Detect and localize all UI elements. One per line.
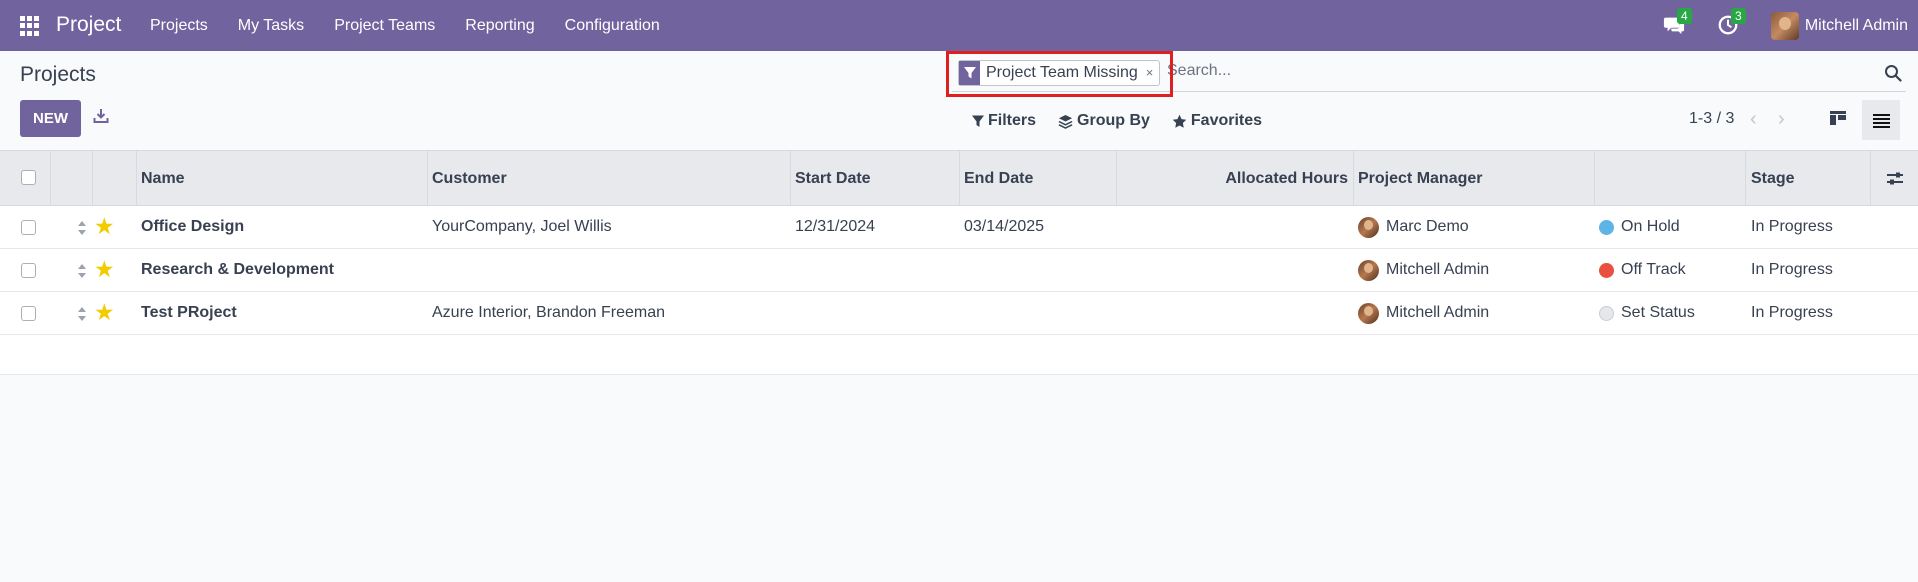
favorites-button[interactable]: Favorites xyxy=(1172,112,1262,130)
search-icon[interactable] xyxy=(1884,64,1902,82)
favorite-star-icon[interactable]: ★ xyxy=(94,300,115,324)
project-name: Office Design xyxy=(141,218,245,235)
messages-count-badge: 4 xyxy=(1676,7,1692,24)
project-name: Test PRoject xyxy=(141,304,237,321)
status-dot[interactable] xyxy=(1599,220,1614,235)
column-header-name[interactable]: Name xyxy=(141,151,185,206)
page-title[interactable]: Projects xyxy=(20,63,96,87)
manager-cell: Marc Demo xyxy=(1386,218,1469,235)
drag-handle-icon[interactable] xyxy=(77,306,87,322)
messages-button[interactable]: 4 xyxy=(1663,7,1692,38)
stage-cell: In Progress xyxy=(1751,261,1833,278)
pager-value[interactable]: 1-3 / 3 xyxy=(1689,110,1734,128)
group-by-label: Group By xyxy=(1077,112,1150,129)
menu-item-reporting[interactable]: Reporting xyxy=(465,17,534,35)
menu-item-projects[interactable]: Projects xyxy=(150,17,208,35)
end-date-cell: 03/14/2025 xyxy=(964,218,1045,235)
projects-list: Name Customer Start Date End Date Alloca… xyxy=(0,150,1918,375)
table-row[interactable]: ★ Research & Development Mitchell Admin … xyxy=(0,249,1918,292)
favorite-star-icon[interactable]: ★ xyxy=(94,214,115,238)
facet-label: Project Team Missing xyxy=(986,64,1138,81)
optional-columns-icon[interactable] xyxy=(1886,170,1904,188)
start-date-cell: 12/31/2024 xyxy=(795,218,876,235)
pager-next-icon[interactable]: › xyxy=(1778,108,1785,131)
user-name: Mitchell Admin xyxy=(1804,16,1908,34)
search-input[interactable] xyxy=(1167,62,1817,80)
activities-count-badge: 3 xyxy=(1730,7,1746,24)
filter-icon xyxy=(972,115,984,127)
status-dot[interactable] xyxy=(1599,306,1614,321)
column-header-stage[interactable]: Stage xyxy=(1751,151,1795,206)
manager-avatar xyxy=(1358,303,1379,324)
manager-avatar xyxy=(1358,260,1379,281)
table-row[interactable]: ★ Office Design YourCompany, Joel Willis… xyxy=(0,206,1918,249)
favorite-star-icon[interactable]: ★ xyxy=(94,257,115,281)
stage-cell: In Progress xyxy=(1751,218,1833,235)
search-options: Filters Group By Favorites xyxy=(972,112,1284,130)
menu-item-my-tasks[interactable]: My Tasks xyxy=(238,17,304,35)
kanban-view-icon[interactable] xyxy=(1829,109,1847,127)
customer-cell: Azure Interior, Brandon Freeman xyxy=(432,304,666,321)
app-brand[interactable]: Project xyxy=(56,13,121,37)
table-header: Name Customer Start Date End Date Alloca… xyxy=(0,150,1918,206)
filters-button[interactable]: Filters xyxy=(972,112,1036,130)
manager-cell: Mitchell Admin xyxy=(1386,304,1490,321)
row-checkbox[interactable] xyxy=(21,220,36,235)
facet-filter-icon xyxy=(959,61,980,85)
activities-button[interactable]: 3 xyxy=(1717,7,1746,38)
layers-icon xyxy=(1058,114,1073,129)
list-view-button[interactable] xyxy=(1862,100,1900,140)
facet-remove-icon[interactable]: × xyxy=(1144,61,1160,85)
manager-avatar xyxy=(1358,217,1379,238)
drag-handle-icon[interactable] xyxy=(77,263,87,279)
status-dot[interactable] xyxy=(1599,263,1614,278)
menu-item-project-teams[interactable]: Project Teams xyxy=(334,17,435,35)
star-icon xyxy=(1172,114,1187,128)
user-avatar xyxy=(1770,11,1799,40)
column-header-end-date[interactable]: End Date xyxy=(964,151,1033,206)
status-label: Set Status xyxy=(1621,304,1695,321)
table-row[interactable]: ★ Test PRoject Azure Interior, Brandon F… xyxy=(0,292,1918,335)
column-header-project-manager[interactable]: Project Manager xyxy=(1358,151,1482,206)
stage-cell: In Progress xyxy=(1751,304,1833,321)
top-navbar: Project Projects My Tasks Project Teams … xyxy=(0,0,1918,51)
app-menu-icon[interactable] xyxy=(20,16,40,36)
filters-label: Filters xyxy=(988,112,1037,129)
status-label: Off Track xyxy=(1621,261,1686,278)
user-menu[interactable]: Mitchell Admin xyxy=(1770,11,1908,40)
download-icon[interactable] xyxy=(93,108,109,124)
menu-item-configuration[interactable]: Configuration xyxy=(565,17,660,35)
favorites-label: Favorites xyxy=(1190,112,1263,129)
manager-cell: Mitchell Admin xyxy=(1386,261,1490,278)
new-button[interactable]: NEW xyxy=(20,100,81,137)
select-all-checkbox[interactable] xyxy=(21,170,36,185)
main-menu: Projects My Tasks Project Teams Reportin… xyxy=(150,17,690,35)
status-label: On Hold xyxy=(1621,218,1680,235)
column-header-start-date[interactable]: Start Date xyxy=(795,151,871,206)
pager-previous-icon[interactable]: ‹ xyxy=(1750,108,1757,131)
table-footer xyxy=(0,335,1918,375)
list-view-icon xyxy=(1872,113,1890,128)
project-name: Research & Development xyxy=(141,261,334,278)
drag-handle-icon[interactable] xyxy=(77,220,87,236)
row-checkbox[interactable] xyxy=(21,306,36,321)
search-bar: Project Team Missing × xyxy=(952,56,1906,92)
row-checkbox[interactable] xyxy=(21,263,36,278)
filter-facet: Project Team Missing × xyxy=(958,60,1161,86)
customer-cell: YourCompany, Joel Willis xyxy=(432,218,612,235)
group-by-button[interactable]: Group By xyxy=(1058,112,1150,130)
column-header-allocated-hours[interactable]: Allocated Hours xyxy=(1121,151,1348,206)
column-header-customer[interactable]: Customer xyxy=(432,151,507,206)
